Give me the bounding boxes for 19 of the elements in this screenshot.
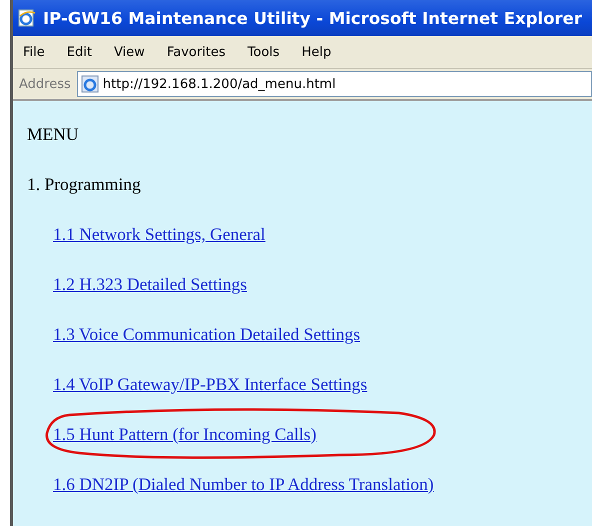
menu-link[interactable]: 1.3 Voice Communication Detailed Settings (53, 323, 360, 345)
section-heading: 1. Programming (27, 174, 141, 194)
browser-icon (17, 8, 37, 28)
menu-item[interactable]: Favorites (166, 44, 226, 60)
menu-link[interactable]: 1.4 VoIP Gateway/IP-PBX Interface Settings (53, 373, 368, 395)
menu-link[interactable]: 1.6 DN2IP (Dialed Number to IP Address Translation) (53, 473, 434, 495)
address-label: Address (19, 76, 71, 92)
menu-item[interactable]: Help (302, 44, 332, 60)
page-icon (80, 75, 99, 93)
menu-item[interactable]: Edit (66, 44, 92, 60)
menu-item[interactable]: File (23, 44, 45, 60)
menu-item[interactable]: Tools (248, 44, 280, 60)
menu-item[interactable]: View (114, 44, 145, 60)
window-title: IP-GW16 Maintenance Utility - Microsoft Internet Explorer (43, 8, 582, 28)
menu-link[interactable]: 1.5 Hunt Pattern (for Incoming Calls) (53, 423, 316, 445)
address-field[interactable]: http://192.168.1.200/ad_menu.html (76, 71, 592, 97)
menu-link[interactable]: 1.2 H.323 Detailed Settings (53, 273, 247, 295)
menu-heading: MENU (27, 124, 79, 144)
menu-link[interactable]: 1.1 Network Settings, General (53, 223, 266, 245)
